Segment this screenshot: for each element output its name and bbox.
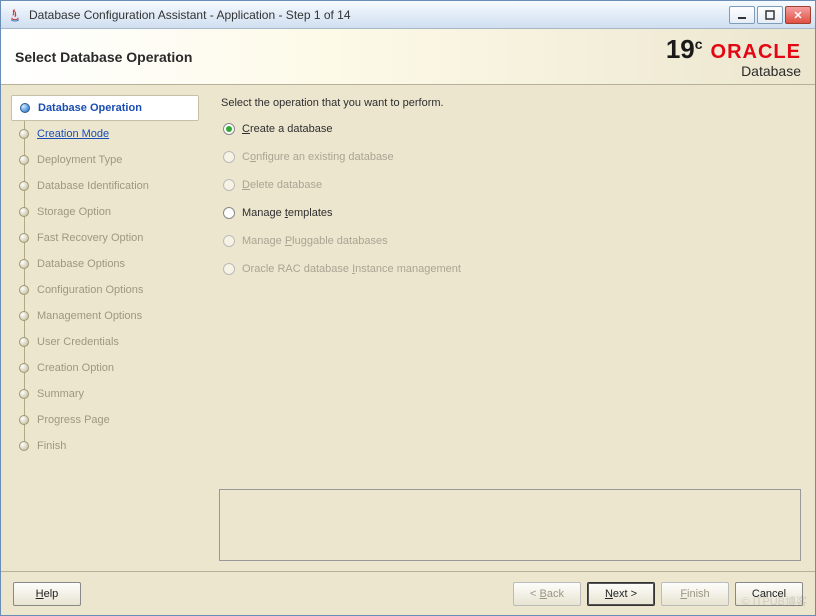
step-label: Database Identification bbox=[37, 180, 149, 192]
step-label: Database Operation bbox=[38, 102, 142, 114]
option-label: Manage templates bbox=[242, 207, 333, 219]
back-button: < Back bbox=[513, 582, 581, 606]
step-label: Database Options bbox=[37, 258, 125, 270]
step-label: Deployment Type bbox=[37, 154, 122, 166]
app-window: Database Configuration Assistant - Appli… bbox=[0, 0, 816, 616]
wizard-step-4: Storage Option bbox=[11, 199, 199, 225]
operation-option-0[interactable]: Create a database bbox=[223, 123, 801, 135]
step-bullet-icon bbox=[19, 259, 29, 269]
wizard-step-10: Creation Option bbox=[11, 355, 199, 381]
window-title: Database Configuration Assistant - Appli… bbox=[29, 8, 729, 22]
step-label: Progress Page bbox=[37, 414, 110, 426]
finish-button: Finish bbox=[661, 582, 729, 606]
oracle-logo: 19c ORACLE Database bbox=[666, 34, 801, 79]
wizard-content: Select the operation that you want to pe… bbox=[205, 85, 815, 571]
wizard-steps-sidebar: Database Operation Creation Mode Deploymen… bbox=[1, 85, 205, 571]
operation-option-5: Oracle RAC database Instance management bbox=[223, 263, 801, 275]
minimize-button[interactable] bbox=[729, 6, 755, 24]
wizard-step-7: Configuration Options bbox=[11, 277, 199, 303]
wizard-footer: Help < Back Next > Finish Cancel bbox=[1, 571, 815, 615]
radio-icon bbox=[223, 179, 235, 191]
wizard-header: Select Database Operation 19c ORACLE Dat… bbox=[1, 29, 815, 85]
step-label: Configuration Options bbox=[37, 284, 143, 296]
message-area bbox=[219, 489, 801, 561]
radio-icon[interactable] bbox=[223, 123, 235, 135]
instruction-text: Select the operation that you want to pe… bbox=[221, 97, 801, 109]
close-button[interactable] bbox=[785, 6, 811, 24]
wizard-step-5: Fast Recovery Option bbox=[11, 225, 199, 251]
wizard-step-3: Database Identification bbox=[11, 173, 199, 199]
maximize-button[interactable] bbox=[757, 6, 783, 24]
step-label: Fast Recovery Option bbox=[37, 232, 143, 244]
step-bullet-icon bbox=[19, 363, 29, 373]
step-bullet-icon bbox=[19, 311, 29, 321]
step-bullet-icon bbox=[19, 155, 29, 165]
wizard-step-11: Summary bbox=[11, 381, 199, 407]
step-bullet-icon bbox=[19, 129, 29, 139]
step-label: Storage Option bbox=[37, 206, 111, 218]
step-label: Creation Mode bbox=[37, 128, 109, 140]
radio-icon bbox=[223, 263, 235, 275]
wizard-step-12: Progress Page bbox=[11, 407, 199, 433]
operation-option-1: Configure an existing database bbox=[223, 151, 801, 163]
page-title: Select Database Operation bbox=[15, 49, 666, 65]
step-bullet-icon bbox=[19, 415, 29, 425]
operation-option-4: Manage Pluggable databases bbox=[223, 235, 801, 247]
java-icon bbox=[7, 7, 23, 23]
help-button[interactable]: Help bbox=[13, 582, 81, 606]
option-label: Configure an existing database bbox=[242, 151, 394, 163]
wizard-step-13: Finish bbox=[11, 433, 199, 459]
option-label: Oracle RAC database Instance management bbox=[242, 263, 461, 275]
next-button[interactable]: Next > bbox=[587, 582, 655, 606]
step-bullet-icon bbox=[19, 285, 29, 295]
radio-icon bbox=[223, 151, 235, 163]
wizard-step-8: Management Options bbox=[11, 303, 199, 329]
wizard-step-9: User Credentials bbox=[11, 329, 199, 355]
step-bullet-icon bbox=[19, 207, 29, 217]
cancel-button[interactable]: Cancel bbox=[735, 582, 803, 606]
step-label: Summary bbox=[37, 388, 84, 400]
option-label: Manage Pluggable databases bbox=[242, 235, 388, 247]
step-bullet-icon bbox=[19, 389, 29, 399]
step-bullet-icon bbox=[19, 337, 29, 347]
step-label: Creation Option bbox=[37, 362, 114, 374]
wizard-step-2: Deployment Type bbox=[11, 147, 199, 173]
operation-option-2: Delete database bbox=[223, 179, 801, 191]
titlebar: Database Configuration Assistant - Appli… bbox=[1, 1, 815, 29]
radio-icon[interactable] bbox=[223, 207, 235, 219]
step-bullet-icon bbox=[19, 233, 29, 243]
step-bullet-icon bbox=[19, 441, 29, 451]
wizard-step-0[interactable]: Database Operation bbox=[11, 95, 199, 121]
step-bullet-icon bbox=[20, 103, 30, 113]
radio-icon bbox=[223, 235, 235, 247]
option-label: Create a database bbox=[242, 123, 333, 135]
option-label: Delete database bbox=[242, 179, 322, 191]
step-bullet-icon bbox=[19, 181, 29, 191]
step-label: Finish bbox=[37, 440, 66, 452]
step-label: Management Options bbox=[37, 310, 142, 322]
step-label: User Credentials bbox=[37, 336, 119, 348]
wizard-step-1[interactable]: Creation Mode bbox=[11, 121, 199, 147]
operation-option-3[interactable]: Manage templates bbox=[223, 207, 801, 219]
wizard-step-6: Database Options bbox=[11, 251, 199, 277]
